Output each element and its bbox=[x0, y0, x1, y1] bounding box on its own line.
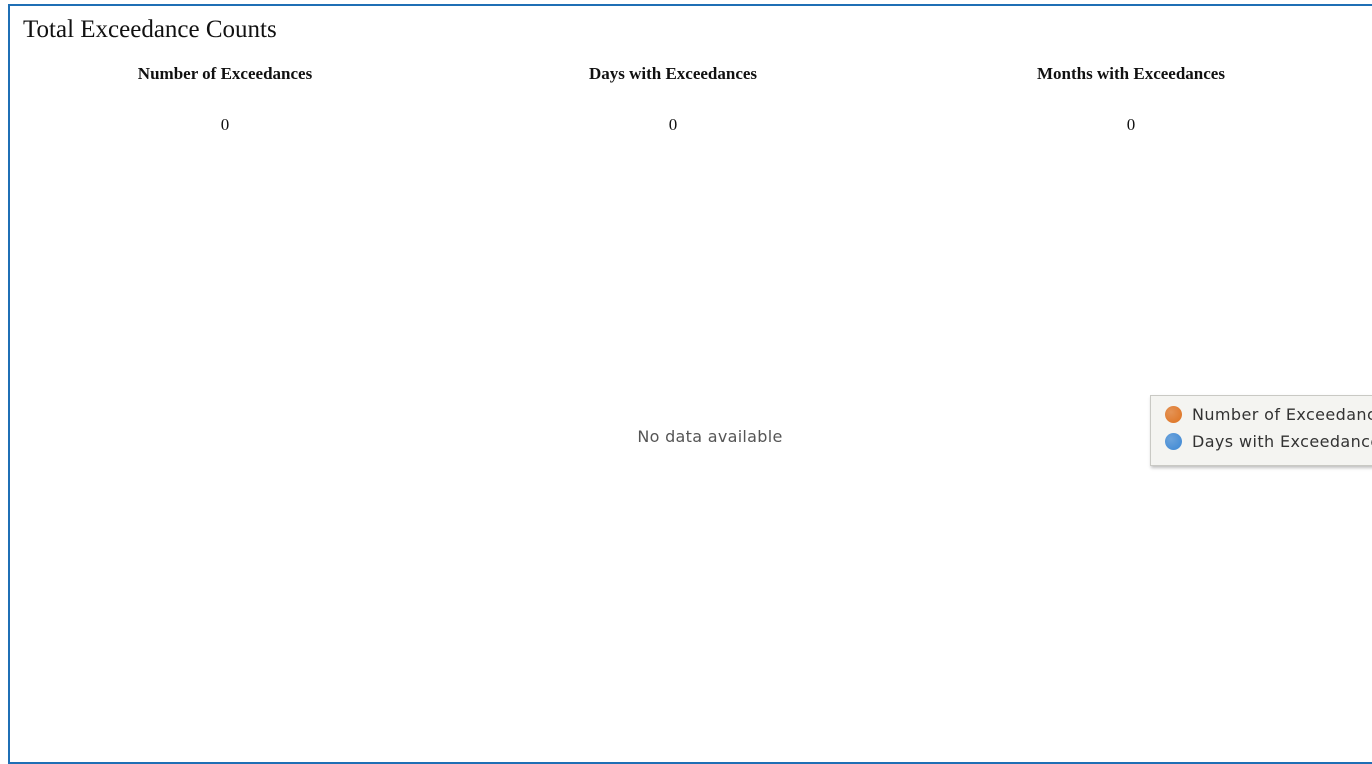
stat-value: 0 bbox=[668, 115, 678, 134]
stat-value: 0 bbox=[220, 115, 230, 134]
panel-title: Total Exceedance Counts bbox=[23, 16, 277, 43]
legend-item-label: Number of Exceedances bbox=[1192, 405, 1372, 424]
stat-number-of-exceedances: Number of Exceedances 0 bbox=[45, 64, 405, 135]
stat-label: Number of Exceedances bbox=[137, 64, 313, 83]
orange-circle-icon bbox=[1165, 406, 1182, 423]
blue-circle-icon bbox=[1165, 433, 1182, 450]
no-data-message: No data available bbox=[637, 427, 783, 446]
stat-value: 0 bbox=[1126, 115, 1136, 134]
chart-area: No data available Number of Exceedances … bbox=[0, 145, 1372, 741]
legend-item-days-with-exceedances[interactable]: Days with Exceedances bbox=[1165, 432, 1372, 451]
chart-legend: Number of Exceedances Days with Exceedan… bbox=[1150, 395, 1372, 466]
stat-months-with-exceedances: Months with Exceedances 0 bbox=[951, 64, 1311, 135]
stat-label: Months with Exceedances bbox=[1037, 64, 1225, 83]
stat-label: Days with Exceedances bbox=[588, 64, 758, 83]
legend-item-label: Days with Exceedances bbox=[1192, 432, 1372, 451]
stat-days-with-exceedances: Days with Exceedances 0 bbox=[493, 64, 853, 135]
legend-item-number-of-exceedances[interactable]: Number of Exceedances bbox=[1165, 405, 1372, 424]
